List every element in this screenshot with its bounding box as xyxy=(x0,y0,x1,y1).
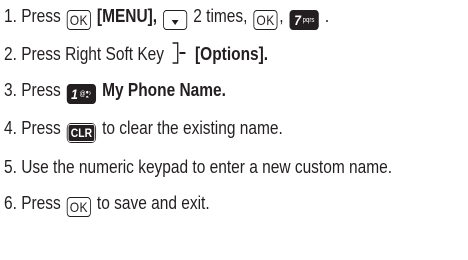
step-text: to save and exit. xyxy=(96,193,210,213)
step-text: 2 times, xyxy=(193,6,248,26)
step-text: Press xyxy=(21,118,61,138)
step-5: 5. Use the numeric keypad to enter a new… xyxy=(4,155,468,179)
instruction-list: 1. Press OK [MENU], 2 times, OK, 7 pqrs .… xyxy=(0,0,468,260)
step-text: Press Right Soft Key xyxy=(21,44,165,64)
step-2: 2. Press Right Soft Key [Options]. xyxy=(4,42,468,66)
step-text: to clear the existing name. xyxy=(102,118,283,138)
step-text: , xyxy=(279,6,284,26)
ok-key-icon: OK xyxy=(253,10,278,30)
step-number: 1. xyxy=(4,6,17,26)
step-text: Use the numeric keypad to enter a new cu… xyxy=(21,157,393,177)
step-number: 2. xyxy=(4,44,17,64)
step-6: 6. Press OK to save and exit. xyxy=(4,191,468,217)
step-text: Press xyxy=(21,80,61,100)
step-1: 1. Press OK [MENU], 2 times, OK, 7 pqrs . xyxy=(4,4,468,30)
step-number: 4. xyxy=(4,118,17,138)
step-4: 4. Press CLR to clear the existing name. xyxy=(4,116,468,143)
right-soft-key-icon xyxy=(172,42,186,64)
key-1-voicemail-icon: 1 @ xyxy=(66,84,97,104)
options-label: [Options]. xyxy=(195,44,269,64)
step-text: Press xyxy=(21,6,61,26)
step-text: . xyxy=(324,6,330,26)
step-number: 3. xyxy=(4,80,17,100)
voicemail-icon xyxy=(85,90,91,98)
ok-key-icon: OK xyxy=(66,197,91,217)
step-number: 5. xyxy=(4,157,17,177)
clr-key-icon: CLR xyxy=(66,123,97,143)
my-phone-name-label: My Phone Name. xyxy=(102,80,226,100)
step-text: Press xyxy=(21,193,61,213)
nav-down-key-icon xyxy=(163,9,188,30)
key-7-icon: 7 pqrs xyxy=(289,10,319,30)
step-3: 3. Press 1 @ My Phone Name. xyxy=(4,78,468,104)
menu-label: [MENU], xyxy=(96,6,158,26)
step-number: 6. xyxy=(4,193,17,213)
ok-key-icon: OK xyxy=(66,10,91,30)
